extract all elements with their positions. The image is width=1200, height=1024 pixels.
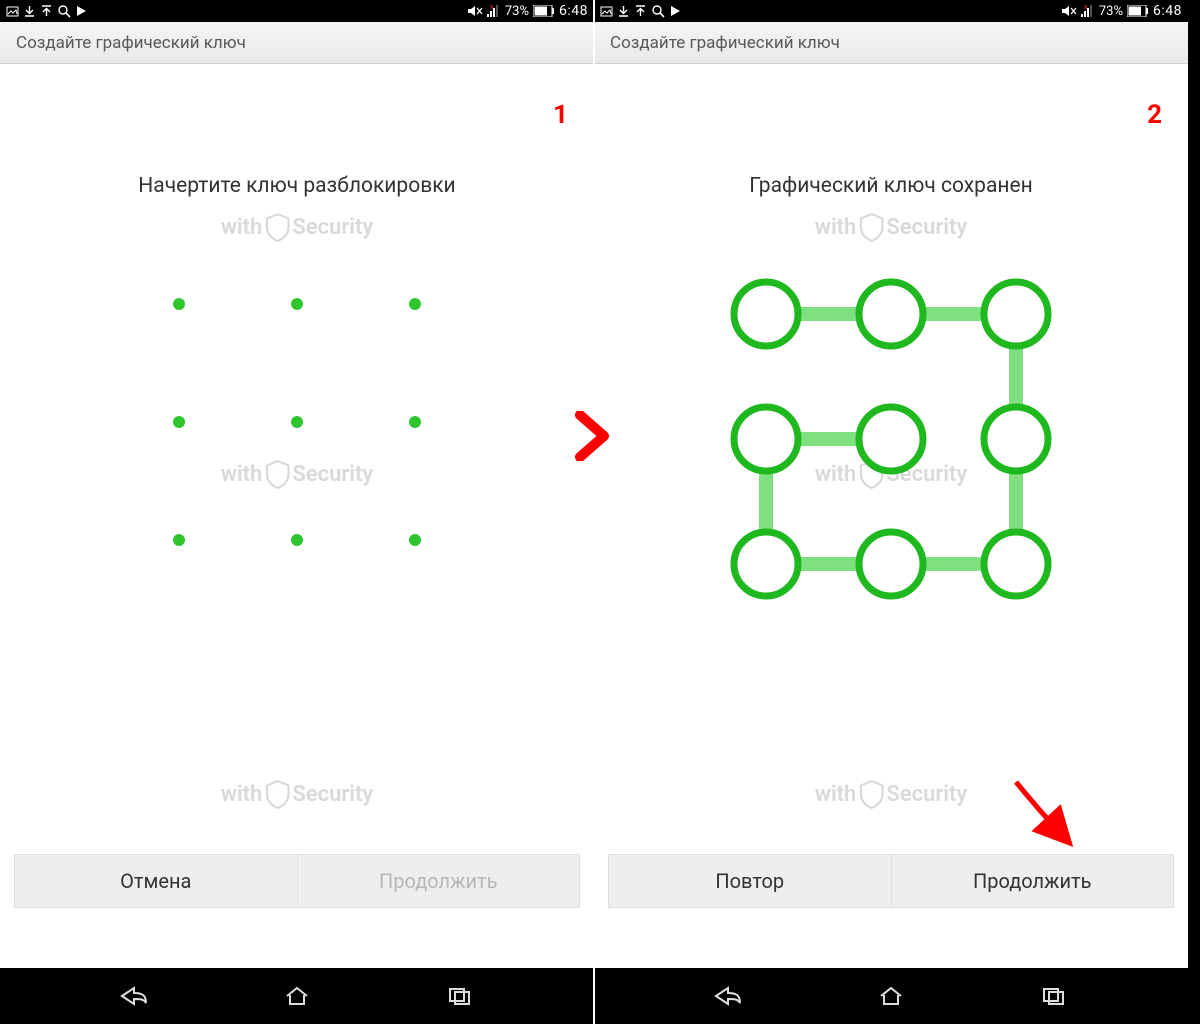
pattern-dot-3[interactable]: [409, 298, 421, 310]
pattern-node-6[interactable]: [984, 407, 1048, 471]
step-number: 1: [553, 100, 568, 130]
title-bar: Создайте графический ключ: [0, 22, 594, 64]
watermark: withSecurity: [221, 779, 374, 809]
pattern-dot-6[interactable]: [409, 416, 421, 428]
recent-button[interactable]: [1025, 980, 1085, 1012]
watermark: withSecurity: [221, 212, 374, 242]
status-left-icons: [600, 4, 683, 18]
pattern-node-9[interactable]: [984, 532, 1048, 596]
pattern-dot-2[interactable]: [291, 298, 303, 310]
battery-icon: [533, 5, 555, 17]
step-number: 2: [1147, 100, 1162, 130]
home-button[interactable]: [267, 980, 327, 1012]
clock: 6:48: [559, 3, 588, 19]
pattern-dot-9[interactable]: [409, 534, 421, 546]
phone-screen-1: x 73% 6:48 Создайте графический ключ 1 Н…: [0, 0, 594, 1024]
button-row: Отмена Продолжить: [14, 854, 580, 908]
upload-icon: [634, 5, 647, 18]
instruction-text: Графический ключ сохранен: [594, 174, 1188, 198]
status-left-icons: [6, 4, 89, 18]
volume-mute-icon: [1061, 4, 1077, 18]
back-button[interactable]: [104, 980, 164, 1012]
play-store-icon: [75, 4, 89, 18]
status-right-icons: x 73% 6:48: [1061, 3, 1182, 19]
pattern-node-2[interactable]: [859, 282, 923, 346]
cancel-button[interactable]: Отмена: [15, 855, 297, 907]
watermark: withSecurity: [815, 212, 968, 242]
download-icon: [617, 5, 630, 18]
pattern-grid[interactable]: [157, 282, 437, 562]
battery-percent: 73%: [1099, 4, 1123, 19]
arrow-annotation-icon: [1008, 774, 1088, 854]
watermark: withSecurity: [815, 779, 968, 809]
recent-button[interactable]: [431, 980, 491, 1012]
pattern-node-4[interactable]: [734, 407, 798, 471]
upload-icon: [40, 5, 53, 18]
continue-button: Продолжить: [297, 855, 580, 907]
battery-icon: [1127, 5, 1149, 17]
svg-text:x: x: [1084, 4, 1088, 11]
search-icon: [57, 4, 71, 18]
pattern-dot-5[interactable]: [291, 416, 303, 428]
page-title: Создайте графический ключ: [610, 33, 840, 53]
button-row: Повтор Продолжить: [608, 854, 1174, 908]
page-title: Создайте графический ключ: [16, 33, 246, 53]
svg-text:x: x: [490, 4, 494, 11]
nav-bar: [0, 968, 594, 1024]
content-area[interactable]: 1 Начертите ключ разблокировки withSecur…: [0, 64, 594, 968]
nav-bar: [594, 968, 1188, 1024]
pattern-node-1[interactable]: [734, 282, 798, 346]
pattern-dot-7[interactable]: [173, 534, 185, 546]
pattern-node-5[interactable]: [859, 407, 923, 471]
battery-percent: 73%: [505, 4, 529, 19]
back-button[interactable]: [698, 980, 758, 1012]
phone-screen-2: x 73% 6:48 Создайте графический ключ 2 Г…: [594, 0, 1188, 1024]
retry-button[interactable]: Повтор: [609, 855, 891, 907]
volume-mute-icon: [467, 4, 483, 18]
content-area[interactable]: 2 Графический ключ сохранен withSecurity…: [594, 64, 1188, 968]
pattern-dot-8[interactable]: [291, 534, 303, 546]
screen-divider: [593, 0, 595, 1024]
signal-icon: x: [487, 4, 501, 18]
title-bar: Создайте графический ключ: [594, 22, 1188, 64]
clock: 6:48: [1153, 3, 1182, 19]
download-icon: [23, 5, 36, 18]
instruction-text: Начертите ключ разблокировки: [0, 174, 594, 198]
pattern-node-3[interactable]: [984, 282, 1048, 346]
signal-icon: x: [1081, 4, 1095, 18]
home-button[interactable]: [861, 980, 921, 1012]
pattern-node-8[interactable]: [859, 532, 923, 596]
status-right-icons: x 73% 6:48: [467, 3, 588, 19]
pattern-node-7[interactable]: [734, 532, 798, 596]
continue-button[interactable]: Продолжить: [891, 855, 1174, 907]
image-icon: [600, 5, 613, 18]
pattern-dot-4[interactable]: [173, 416, 185, 428]
status-bar: x 73% 6:48: [594, 0, 1188, 22]
search-icon: [651, 4, 665, 18]
image-icon: [6, 5, 19, 18]
pattern-dot-1[interactable]: [173, 298, 185, 310]
status-bar: x 73% 6:48: [0, 0, 594, 22]
pattern-drawn[interactable]: [711, 259, 1071, 619]
play-store-icon: [669, 4, 683, 18]
